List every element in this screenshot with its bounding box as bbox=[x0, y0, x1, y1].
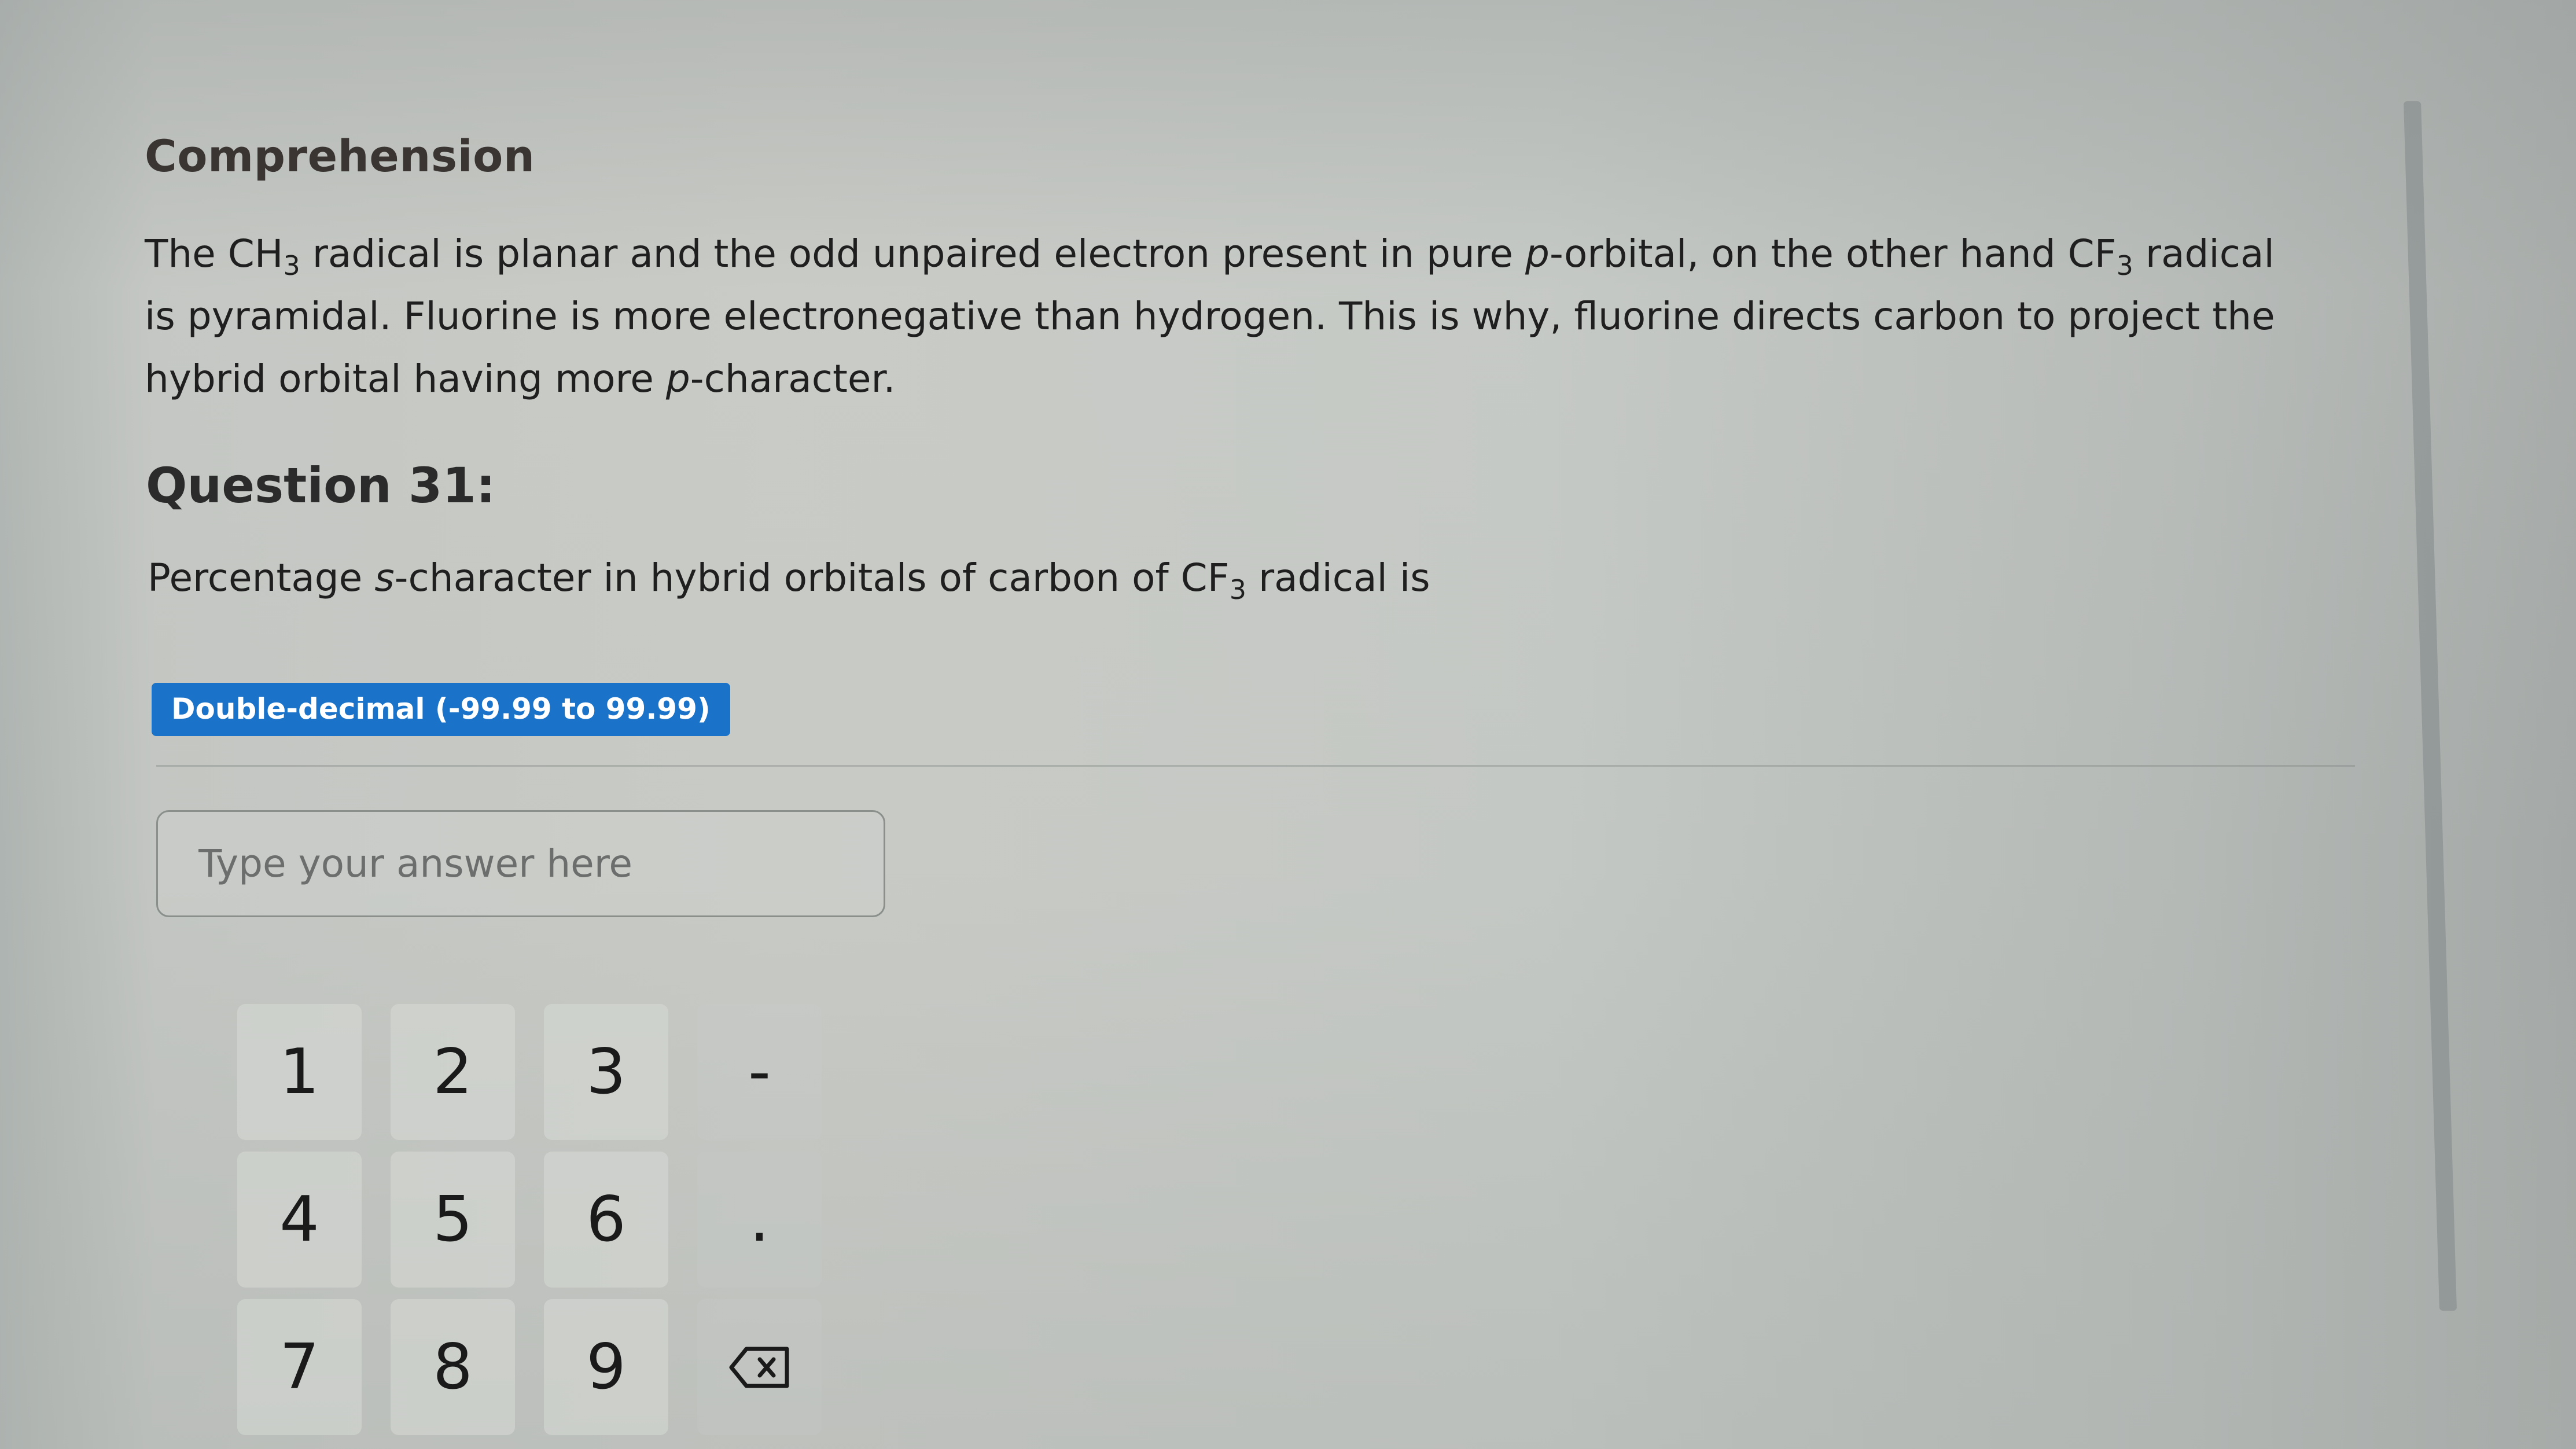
key-3[interactable]: 3 bbox=[544, 1004, 668, 1140]
answer-type-badge: Double-decimal (-99.99 to 99.99) bbox=[152, 683, 730, 736]
key-8[interactable]: 8 bbox=[391, 1299, 515, 1435]
answer-input[interactable] bbox=[156, 810, 885, 917]
subscript: 3 bbox=[283, 250, 300, 281]
key-9[interactable]: 9 bbox=[544, 1299, 668, 1435]
section-heading: Comprehension bbox=[145, 130, 535, 182]
italic-s: s bbox=[374, 556, 395, 600]
key-6[interactable]: 6 bbox=[544, 1152, 668, 1288]
italic-p: p bbox=[665, 356, 690, 401]
divider bbox=[156, 765, 2355, 767]
comprehension-passage: The CH3 radical is planar and the odd un… bbox=[145, 223, 2286, 410]
question-text-part: -character in hybrid orbitals of carbon … bbox=[394, 556, 1230, 600]
key-4[interactable]: 4 bbox=[237, 1152, 362, 1288]
subscript: 3 bbox=[1229, 574, 1247, 605]
numeric-keypad: 1 2 3 - 4 5 6 . 7 8 9 bbox=[237, 1004, 822, 1435]
backspace-icon bbox=[729, 1347, 789, 1388]
key-7[interactable]: 7 bbox=[237, 1299, 362, 1435]
passage-text: The CH bbox=[145, 231, 284, 276]
vertical-scrollbar[interactable] bbox=[2403, 101, 2457, 1311]
question-text-part: Percentage bbox=[148, 556, 375, 600]
subscript: 3 bbox=[2116, 250, 2133, 281]
italic-p: p bbox=[1525, 231, 1550, 276]
key-5[interactable]: 5 bbox=[391, 1152, 515, 1288]
page: Comprehension The CH3 radical is planar … bbox=[0, 0, 2576, 1449]
question-text-part: radical is bbox=[1246, 556, 1430, 600]
passage-text: -character. bbox=[690, 356, 896, 401]
key-2[interactable]: 2 bbox=[391, 1004, 515, 1140]
key-backspace[interactable] bbox=[697, 1299, 822, 1435]
passage-text: radical is planar and the odd unpaired e… bbox=[300, 231, 1526, 276]
key-1[interactable]: 1 bbox=[237, 1004, 362, 1140]
question-title: Question 31: bbox=[146, 457, 496, 514]
key-minus[interactable]: - bbox=[697, 1004, 822, 1140]
question-text: Percentage s-character in hybrid orbital… bbox=[148, 556, 1430, 603]
passage-text: -orbital, on the other hand CF bbox=[1549, 231, 2117, 276]
key-decimal[interactable]: . bbox=[697, 1152, 822, 1288]
